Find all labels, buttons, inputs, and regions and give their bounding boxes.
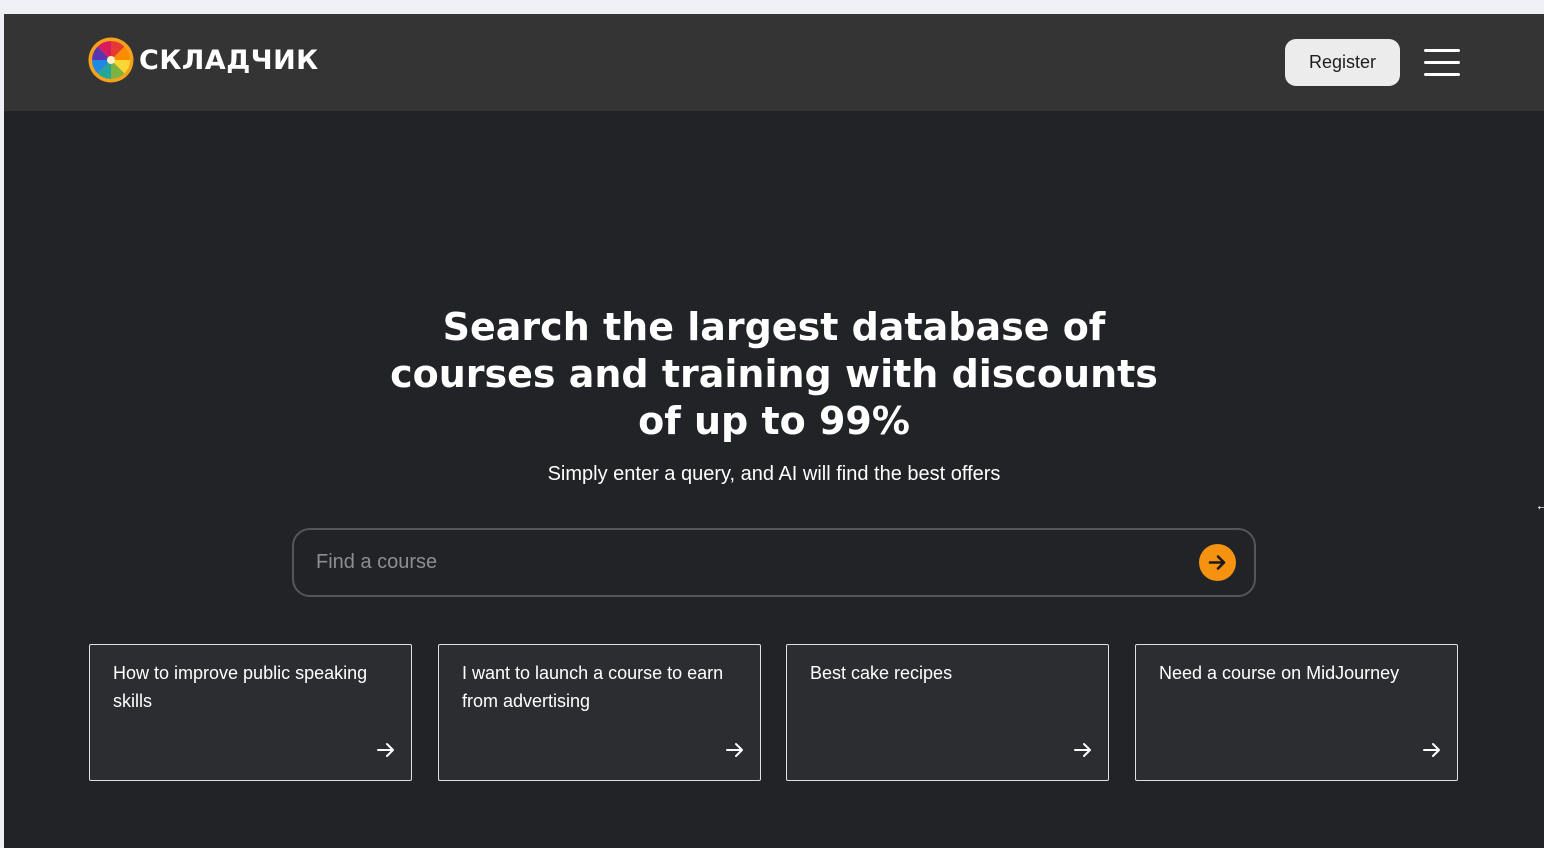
suggestion-card[interactable]: How to improve public speaking skills: [89, 644, 412, 781]
left-arrow-edge-icon: ←: [1535, 497, 1544, 513]
suggestion-card[interactable]: Best cake recipes: [786, 644, 1109, 781]
suggestion-card[interactable]: Need a course on MidJourney: [1135, 644, 1458, 781]
color-wheel-icon: [88, 37, 134, 83]
suggestion-text: I want to launch a course to earn from a…: [462, 663, 724, 711]
logo-text: СКЛАДЧИК: [139, 44, 319, 76]
arrow-right-icon: [726, 743, 743, 757]
arrow-right-icon: [1423, 743, 1440, 757]
page: СКЛАДЧИК Register Search the largest dat…: [4, 14, 1544, 848]
search-submit-button[interactable]: [1199, 544, 1236, 581]
hamburger-menu-icon[interactable]: [1424, 48, 1460, 76]
hero-title: Search the largest database of courses a…: [390, 305, 1158, 443]
course-search-input[interactable]: [316, 542, 1176, 582]
top-navigation-bar: СКЛАДЧИК Register: [4, 14, 1544, 111]
course-search-box: [292, 528, 1256, 597]
arrow-right-icon: [1208, 555, 1226, 570]
arrow-right-icon: [377, 743, 394, 757]
suggestion-text: Best cake recipes: [810, 663, 953, 683]
register-button[interactable]: Register: [1285, 39, 1400, 86]
site-logo[interactable]: СКЛАДЧИК: [88, 36, 319, 84]
arrow-right-icon: [1074, 743, 1091, 757]
suggestion-text: How to improve public speaking skills: [113, 663, 368, 711]
suggestion-card[interactable]: I want to launch a course to earn from a…: [438, 644, 761, 781]
suggestion-text: Need a course on MidJourney: [1159, 663, 1400, 683]
hero-subtitle: Simply enter a query, and AI will find t…: [547, 463, 1001, 485]
